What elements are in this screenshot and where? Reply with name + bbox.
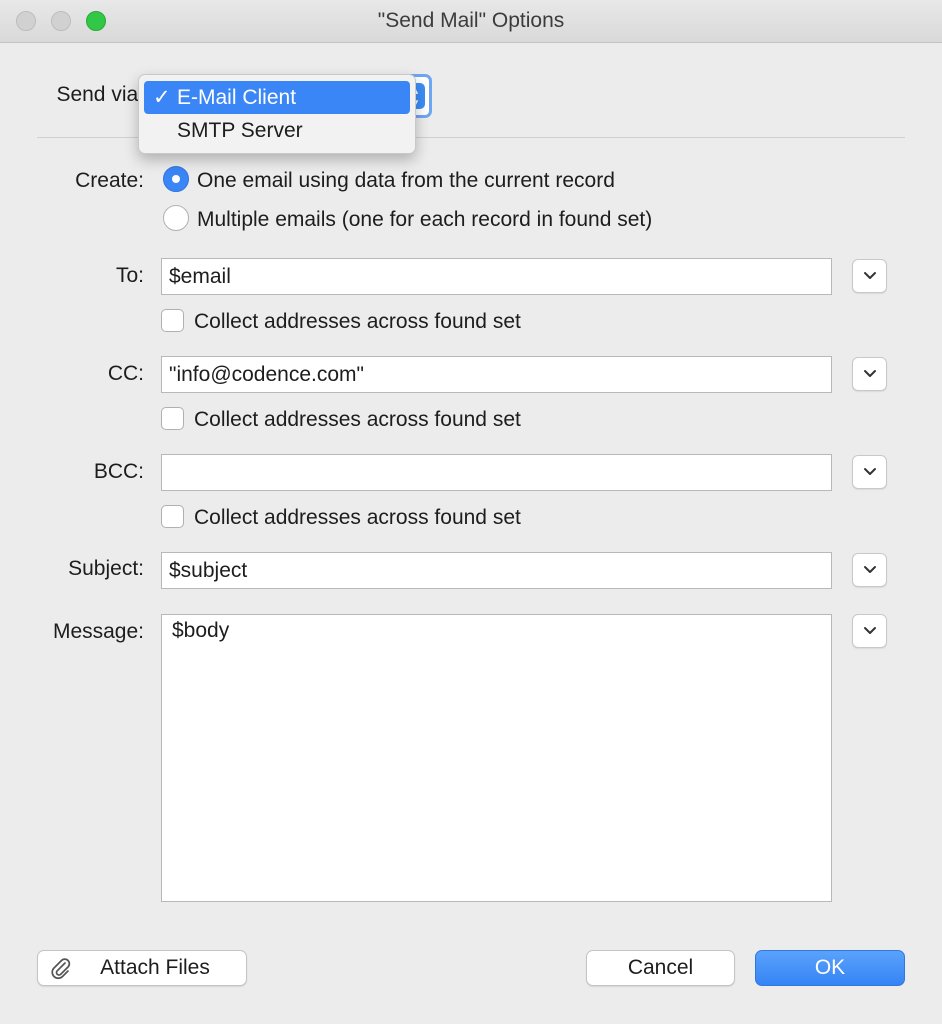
attach-files-button[interactable]: Attach Files [37, 950, 247, 986]
to-label: To: [115, 264, 144, 287]
menu-item-smtp-server-label: SMTP Server [177, 119, 303, 142]
to-dropdown-button[interactable] [852, 259, 887, 293]
radio-one-email-label[interactable]: One email using data from the current re… [197, 169, 615, 193]
subject-label: Subject: [68, 557, 144, 580]
cc-label: CC: [107, 362, 144, 385]
title-bar: "Send Mail" Options [0, 0, 942, 43]
cc-collect-checkbox[interactable] [161, 407, 184, 430]
cancel-button[interactable]: Cancel [586, 950, 735, 986]
message-field[interactable]: $body [161, 614, 832, 902]
chevron-down-icon [864, 468, 876, 475]
ok-button[interactable]: OK [755, 950, 905, 986]
message-dropdown-button[interactable] [852, 614, 887, 648]
to-collect-label[interactable]: Collect addresses across found set [194, 310, 521, 334]
chevron-down-icon [864, 566, 876, 573]
to-field[interactable]: $email [161, 258, 832, 295]
bcc-label: BCC: [93, 460, 144, 483]
window-title: "Send Mail" Options [377, 9, 565, 32]
to-collect-checkbox[interactable] [161, 309, 184, 332]
radio-multiple-emails-label[interactable]: Multiple emails (one for each record in … [197, 208, 652, 232]
menu-item-email-client-label: E-Mail Client [177, 86, 297, 109]
cc-dropdown-button[interactable] [852, 357, 887, 391]
radio-one-email[interactable] [163, 166, 189, 192]
paperclip-icon [51, 958, 71, 980]
cc-field[interactable]: "info@codence.com" [161, 356, 832, 393]
message-label: Message: [52, 620, 144, 643]
subject-field[interactable]: $subject [161, 552, 832, 589]
bcc-collect-label[interactable]: Collect addresses across found set [194, 506, 521, 530]
subject-dropdown-button[interactable] [852, 553, 887, 587]
send-via-menu: ✓ E-Mail Client SMTP Server [138, 74, 416, 154]
send-via-label: Send via: [56, 83, 144, 106]
chevron-down-icon [864, 627, 876, 634]
create-label: Create: [75, 169, 144, 192]
chevron-down-icon [864, 272, 876, 279]
menu-item-email-client[interactable]: ✓ E-Mail Client [144, 81, 410, 114]
bcc-dropdown-button[interactable] [852, 455, 887, 489]
bcc-collect-checkbox[interactable] [161, 505, 184, 528]
attach-files-label: Attach Files [100, 956, 210, 979]
chevron-down-icon [864, 370, 876, 377]
radio-multiple-emails[interactable] [163, 205, 189, 231]
menu-item-smtp-server[interactable]: SMTP Server [144, 114, 410, 147]
cc-collect-label[interactable]: Collect addresses across found set [194, 408, 521, 432]
bcc-field[interactable] [161, 454, 832, 491]
checkmark-icon: ✓ [153, 86, 171, 109]
